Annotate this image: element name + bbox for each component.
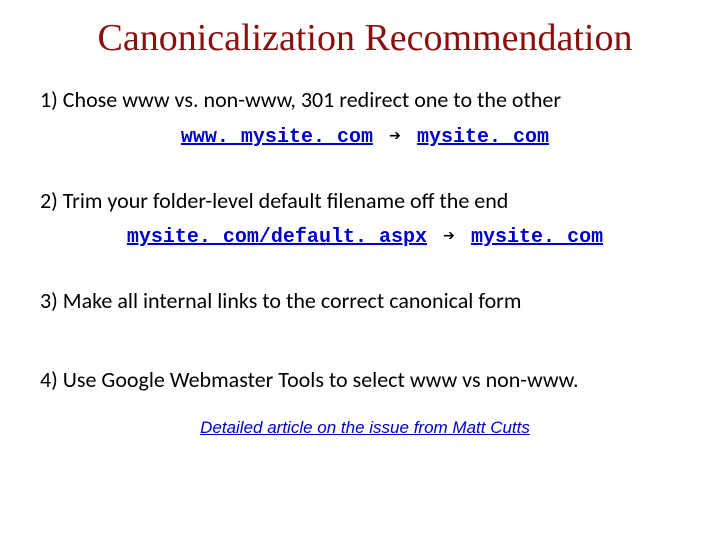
- point-2: 2) Trim your folder-level default filena…: [40, 187, 690, 216]
- spacer: [40, 324, 690, 366]
- example-2-from[interactable]: mysite. com/default. aspx: [127, 226, 427, 249]
- point-3: 3) Make all internal links to the correc…: [40, 287, 690, 316]
- example-1-to[interactable]: mysite. com: [417, 126, 549, 149]
- arrow-icon: ➔: [385, 126, 405, 149]
- arrow-icon: ➔: [439, 226, 459, 249]
- point-4: 4) Use Google Webmaster Tools to select …: [40, 366, 690, 395]
- example-2-to[interactable]: mysite. com: [471, 226, 603, 249]
- example-1-from[interactable]: www. mysite. com: [181, 126, 373, 149]
- example-2: mysite. com/default. aspx ➔ mysite. com: [40, 223, 690, 249]
- example-1: www. mysite. com ➔ mysite. com: [40, 123, 690, 149]
- slide-title: Canonicalization Recommendation: [40, 16, 690, 60]
- slide: Canonicalization Recommendation 1) Chose…: [0, 0, 720, 540]
- point-1: 1) Chose www vs. non-www, 301 redirect o…: [40, 86, 690, 115]
- footer-link[interactable]: Detailed article on the issue from Matt …: [40, 418, 690, 438]
